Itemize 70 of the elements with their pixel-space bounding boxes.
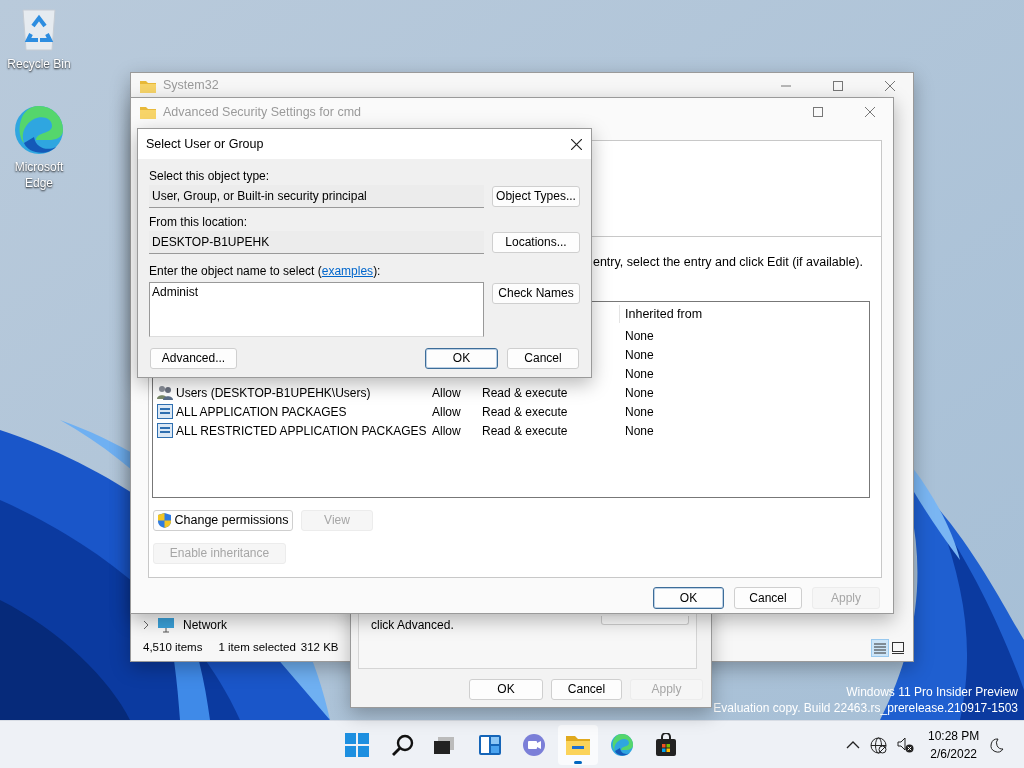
running-indicator	[574, 761, 582, 764]
edge-icon[interactable]	[610, 733, 634, 757]
dialog-button[interactable]: Cancel	[551, 679, 622, 700]
tiles-view-icon[interactable]	[892, 642, 904, 654]
speaker-muted-icon[interactable]	[897, 737, 914, 753]
table-cell-text: None	[624, 365, 655, 383]
maximize-icon[interactable]	[813, 107, 823, 117]
table-cell-text: Allow	[432, 422, 462, 440]
window-title: Advanced Security Settings for cmd	[163, 103, 362, 121]
field-label: From this location:	[149, 215, 249, 230]
table-cell-text: Read & execute	[482, 384, 569, 402]
column-header[interactable]: Inherited from	[619, 304, 869, 324]
table-cell-text: ALL RESTRICTED APPLICATION PACKAGES	[176, 422, 427, 440]
search-icon[interactable]	[391, 733, 415, 757]
table-cell-text: Read & execute	[482, 403, 569, 421]
dialog-button[interactable]: OK	[469, 679, 543, 700]
dialog-title: Select User or Group	[146, 135, 265, 153]
globe-icon[interactable]	[870, 736, 887, 754]
location-field[interactable]: DESKTOP-B1UPEHK	[149, 231, 484, 254]
edge-icon	[14, 105, 64, 155]
dialog-button[interactable]: OK	[653, 587, 724, 609]
field-label: Enter the object name to select (examples):	[149, 264, 382, 279]
users-icon	[157, 385, 173, 400]
status-text: 4,510 items	[143, 640, 203, 656]
object-types-button[interactable]: Object Types...	[492, 186, 580, 207]
shopping-bag-icon[interactable]	[654, 733, 678, 757]
details-view-icon[interactable]	[874, 642, 886, 654]
dialog-button[interactable]: Cancel	[734, 587, 802, 609]
table-cell-text: ALL APPLICATION PACKAGES	[176, 403, 347, 421]
table-cell-text: None	[624, 384, 655, 402]
table-cell-text: Read & execute	[482, 422, 569, 440]
close-icon[interactable]	[570, 138, 582, 150]
check-names-button[interactable]: Check Names	[492, 283, 580, 304]
action-button[interactable]: Change permissions	[153, 510, 293, 531]
chat-icon[interactable]	[522, 733, 546, 757]
dialog-button[interactable]: OK	[425, 348, 498, 369]
window-title: System32	[163, 77, 220, 95]
advanced-button[interactable]: Advanced...	[150, 348, 237, 369]
table-cell-text: None	[624, 422, 655, 440]
nav-item[interactable]: Network	[183, 616, 227, 634]
dialog-text: click Advanced.	[371, 617, 454, 634]
network-icon	[157, 617, 175, 633]
examples-link[interactable]: examples	[321, 264, 374, 278]
status-text: 1 item selected	[218, 640, 296, 656]
maximize-icon[interactable]	[833, 80, 843, 91]
status-text: 312 KB	[300, 640, 340, 656]
dialog-button[interactable]: Cancel	[507, 348, 579, 369]
start-icon[interactable]	[345, 733, 369, 757]
table-cell-text: Users (DESKTOP-B1UPEHK\Users)	[176, 384, 371, 402]
clock-time[interactable]: 10:28 PM	[928, 727, 980, 745]
widgets-icon[interactable]	[478, 733, 502, 757]
locations-button[interactable]: Locations...	[492, 232, 580, 253]
name-field[interactable]: Administ	[149, 282, 484, 337]
table-cell-text: Allow	[432, 403, 462, 421]
table-cell-text: None	[624, 327, 655, 345]
table-cell-text: None	[624, 346, 655, 364]
instruction-text: entry, select the entry and click Edit (if available).	[592, 255, 863, 269]
folder-icon	[139, 104, 157, 120]
shield-icon	[157, 513, 171, 528]
table-cell-text: None	[624, 403, 655, 421]
field-label: Select this object type:	[149, 169, 271, 184]
table-cell-text: Allow	[432, 384, 462, 402]
chevron-icon	[143, 620, 149, 630]
package-icon	[157, 423, 173, 438]
folder-icon[interactable]	[565, 733, 591, 757]
moon-icon[interactable]	[989, 737, 1005, 753]
clock-date[interactable]: 2/6/2022	[928, 745, 980, 763]
chevron-up-icon[interactable]	[846, 741, 860, 749]
object-type-field[interactable]: User, Group, or Built-in security principal	[149, 185, 484, 208]
package-icon	[157, 404, 173, 419]
